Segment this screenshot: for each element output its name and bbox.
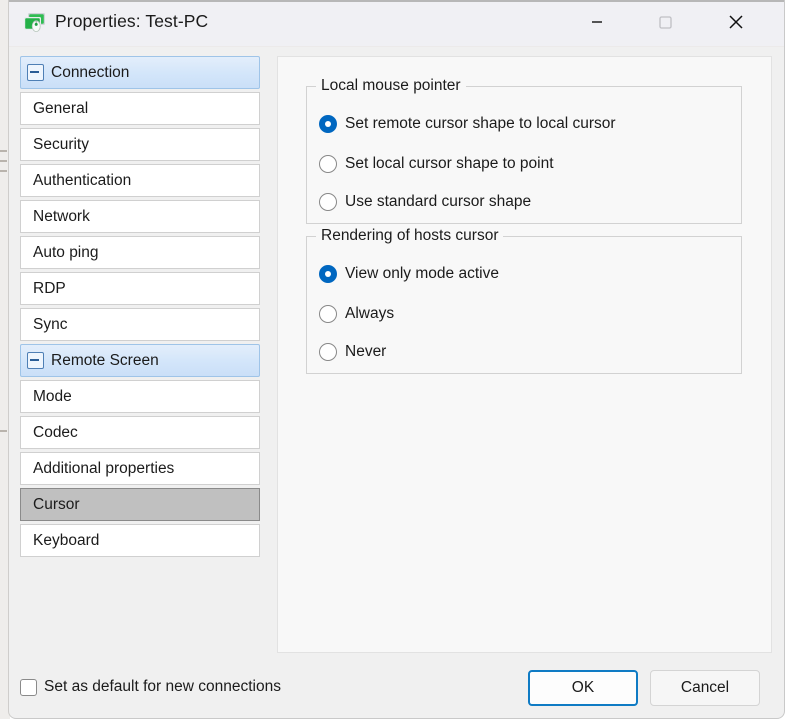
radio-set-local-cursor-to-point[interactable]: Set local cursor shape to point <box>319 153 554 175</box>
sidebar-item-mode[interactable]: Mode <box>20 380 260 413</box>
minimize-icon[interactable] <box>574 0 620 44</box>
sidebar-item-label: Mode <box>33 388 72 406</box>
remote-screen-icon <box>23 12 47 34</box>
sidebar-item-security[interactable]: Security <box>20 128 260 161</box>
sidebar-item-label: Additional properties <box>33 460 174 478</box>
properties-dialog: Properties: Test-PC Connection General Sec… <box>8 0 785 719</box>
group-local-mouse-pointer: Local mouse pointer Set remote cursor sh… <box>306 86 742 224</box>
radio-label: Always <box>345 305 394 323</box>
sidebar-item-label: Security <box>33 136 89 154</box>
sidebar-item-additional-properties[interactable]: Additional properties <box>20 452 260 485</box>
sidebar-item-keyboard[interactable]: Keyboard <box>20 524 260 557</box>
sidebar-item-general[interactable]: General <box>20 92 260 125</box>
background-window-line <box>0 150 7 152</box>
title-bar: Properties: Test-PC <box>9 0 785 47</box>
radio-indicator[interactable] <box>319 115 337 133</box>
maximize-icon[interactable] <box>642 0 688 44</box>
sidebar-item-sync[interactable]: Sync <box>20 308 260 341</box>
radio-label: Set local cursor shape to point <box>345 155 554 173</box>
sidebar-item-label: Remote Screen <box>51 352 159 370</box>
radio-always[interactable]: Always <box>319 303 394 325</box>
background-window-line <box>0 430 7 432</box>
radio-indicator[interactable] <box>319 305 337 323</box>
sidebar-item-codec[interactable]: Codec <box>20 416 260 449</box>
sidebar-item-label: Authentication <box>33 172 131 190</box>
radio-label: View only mode active <box>345 265 499 283</box>
group-rendering-of-hosts-cursor: Rendering of hosts cursor View only mode… <box>306 236 742 374</box>
background-window-line <box>0 170 7 172</box>
sidebar-item-label: Keyboard <box>33 532 99 550</box>
sidebar-item-label: Cursor <box>33 496 80 514</box>
sidebar-item-network[interactable]: Network <box>20 200 260 233</box>
settings-content-panel: Local mouse pointer Set remote cursor sh… <box>277 56 772 653</box>
radio-set-remote-cursor-shape[interactable]: Set remote cursor shape to local cursor <box>319 113 616 135</box>
set-as-default-checkbox[interactable]: Set as default for new connections <box>20 678 281 696</box>
ok-button[interactable]: OK <box>528 670 638 706</box>
group-local-mouse-pointer-legend: Local mouse pointer <box>316 77 466 95</box>
sidebar-item-label: Connection <box>51 64 129 82</box>
sidebar-item-auto-ping[interactable]: Auto ping <box>20 236 260 269</box>
radio-indicator[interactable] <box>319 265 337 283</box>
sidebar-item-rdp[interactable]: RDP <box>20 272 260 305</box>
collapse-icon[interactable] <box>27 352 44 369</box>
collapse-icon[interactable] <box>27 64 44 81</box>
sidebar-item-cursor[interactable]: Cursor <box>20 488 260 521</box>
radio-view-only-mode-active[interactable]: View only mode active <box>319 263 499 285</box>
radio-use-standard-cursor-shape[interactable]: Use standard cursor shape <box>319 191 531 213</box>
radio-indicator[interactable] <box>319 343 337 361</box>
sidebar-item-connection[interactable]: Connection <box>20 56 260 89</box>
sidebar-item-label: Auto ping <box>33 244 99 262</box>
sidebar-item-label: RDP <box>33 280 66 298</box>
sidebar-item-label: Codec <box>33 424 78 442</box>
checkbox-indicator[interactable] <box>20 679 37 696</box>
radio-label: Never <box>345 343 386 361</box>
cancel-button[interactable]: Cancel <box>650 670 760 706</box>
radio-label: Set remote cursor shape to local cursor <box>345 115 616 133</box>
set-as-default-label: Set as default for new connections <box>44 678 281 696</box>
group-rendering-of-hosts-cursor-legend: Rendering of hosts cursor <box>316 227 503 245</box>
window-title: Properties: Test-PC <box>55 11 208 32</box>
background-window-line <box>0 160 7 162</box>
sidebar-item-remote-screen[interactable]: Remote Screen <box>20 344 260 377</box>
radio-label: Use standard cursor shape <box>345 193 531 211</box>
sidebar-item-authentication[interactable]: Authentication <box>20 164 260 197</box>
radio-indicator[interactable] <box>319 155 337 173</box>
sidebar-item-label: General <box>33 100 88 118</box>
radio-never[interactable]: Never <box>319 341 386 363</box>
settings-tree[interactable]: Connection General Security Authentication N… <box>20 56 268 646</box>
sidebar-item-label: Network <box>33 208 90 226</box>
sidebar-item-label: Sync <box>33 316 67 334</box>
close-icon[interactable] <box>713 0 759 44</box>
radio-indicator[interactable] <box>319 193 337 211</box>
